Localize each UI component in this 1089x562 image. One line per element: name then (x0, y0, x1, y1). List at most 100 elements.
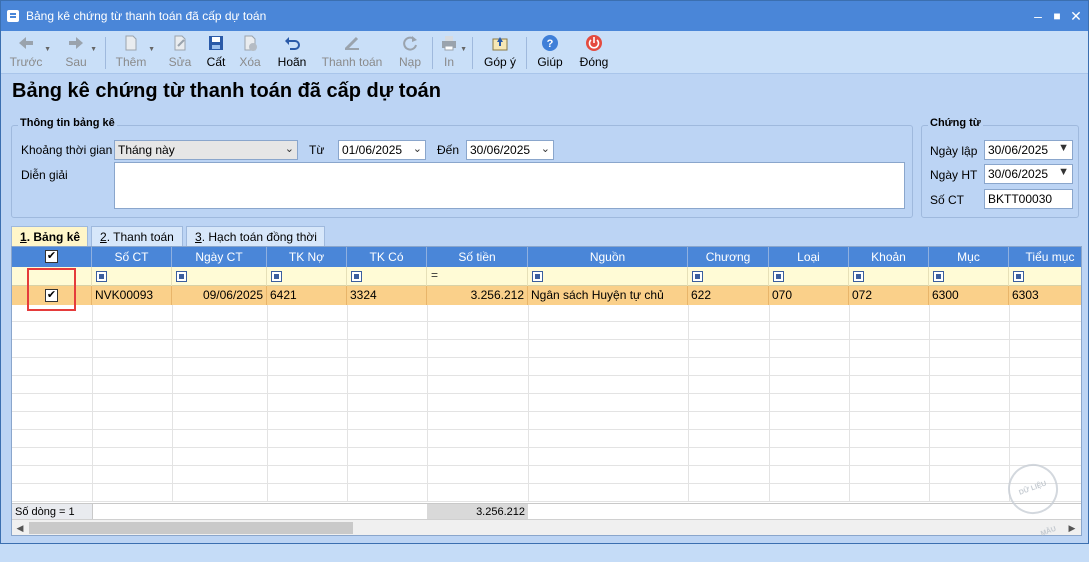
filter-tk-no[interactable] (267, 267, 347, 286)
back-button[interactable]: Trước ▼ (9, 34, 51, 72)
save-button[interactable]: Cất (203, 34, 229, 72)
cell-muc[interactable]: 6300 (929, 286, 1009, 305)
arrow-right-icon (69, 37, 83, 49)
filter-tieu-muc[interactable] (1009, 267, 1081, 286)
header-khoan[interactable]: Khoản (849, 247, 929, 267)
from-date-picker[interactable]: 01/06/2025 ⌄ (338, 140, 426, 160)
forward-button[interactable]: Sau ▼ (63, 34, 97, 72)
header-chuong[interactable]: Chương (688, 247, 769, 267)
arrow-left-icon (19, 37, 33, 49)
header-muc[interactable]: Mục (929, 247, 1009, 267)
edit-document-icon (174, 35, 186, 51)
info-group-legend: Thông tin bảng kê (18, 117, 117, 129)
load-button[interactable]: Nạp (395, 34, 425, 72)
cell-chuong[interactable]: 622 (688, 286, 769, 305)
horizontal-scrollbar[interactable]: ◀ ▶ (12, 519, 1081, 535)
filter-chuong[interactable] (688, 267, 769, 286)
edit-button[interactable]: Sửa (167, 34, 193, 72)
scroll-left-icon[interactable]: ◀ (13, 521, 27, 535)
filter-icon (176, 271, 187, 282)
filter-icon (351, 271, 362, 282)
add-button[interactable]: Thêm ▼ (115, 34, 155, 72)
close-window-icon[interactable]: ✕ (1067, 7, 1085, 25)
select-all-checkbox[interactable]: ✔ (45, 250, 58, 263)
grid-column-line (347, 305, 348, 501)
filter-icon (692, 271, 703, 282)
tab-payment[interactable]: 2. Thanh toán (91, 226, 183, 246)
power-icon (586, 35, 602, 51)
minimize-icon[interactable]: – (1029, 7, 1047, 25)
cell-loai[interactable]: 070 (769, 286, 849, 305)
cell-tieu-muc[interactable]: 6303 (1009, 286, 1081, 305)
feedback-button[interactable]: Góp ý (482, 34, 518, 72)
tab-accounting[interactable]: 3. Hạch toán đồng thời (186, 226, 325, 246)
tab-listing[interactable]: 1. Bảng kê (11, 226, 88, 247)
help-button[interactable]: ? Giúp (535, 34, 565, 72)
description-field[interactable] (114, 162, 905, 209)
voucher-date-label: Ngày lập (930, 144, 978, 158)
period-label: Khoảng thời gian (21, 143, 113, 157)
cell-khoan[interactable]: 072 (849, 286, 929, 305)
voucher-group: Chứng từ Ngày lập 30/06/2025 ▼ Ngày HT 3… (921, 117, 1079, 218)
delete-button[interactable]: Xóa (237, 34, 263, 72)
header-so-tien[interactable]: Số tiền (427, 247, 528, 267)
close-button[interactable]: Đóng (577, 34, 611, 72)
filter-muc[interactable] (929, 267, 1009, 286)
voucher-group-legend: Chứng từ (928, 117, 983, 129)
to-date-picker[interactable]: 30/06/2025 ⌄ (466, 140, 554, 160)
cell-so-tien[interactable]: 3.256.212 (427, 286, 528, 305)
filter-ngay-ct[interactable] (172, 267, 267, 286)
filter-icon (773, 271, 784, 282)
header-nguon[interactable]: Nguồn (528, 247, 688, 267)
filter-tk-co[interactable] (347, 267, 427, 286)
cell-tk-no[interactable]: 6421 (267, 286, 347, 305)
printer-icon (442, 36, 456, 51)
print-button[interactable]: In ▼ (439, 34, 467, 72)
grid-column-line (528, 305, 529, 501)
maximize-icon[interactable]: ■ (1048, 7, 1066, 25)
filter-nguon[interactable] (528, 267, 688, 286)
post-date-picker[interactable]: 30/06/2025 ▼ (984, 164, 1073, 184)
cell-nguon[interactable]: Ngân sách Huyện tự chủ (528, 286, 688, 305)
from-label: Từ (309, 143, 325, 157)
voucher-no-field[interactable]: BKTT00030 (984, 189, 1073, 209)
pay-icon (344, 36, 359, 51)
filter-icon (532, 271, 543, 282)
cell-tk-co[interactable]: 3324 (347, 286, 427, 305)
grid-column-line (769, 305, 770, 501)
voucher-date-picker[interactable]: 30/06/2025 ▼ (984, 140, 1073, 160)
grid-column-line (92, 305, 93, 501)
toolbar: Trước ▼ Sau ▼ Thêm ▼ Sửa Cất Xóa Hoãn Th… (1, 31, 1088, 74)
cell-ngay-ct[interactable]: 09/06/2025 (172, 286, 267, 305)
filter-so-tien[interactable]: = (427, 267, 528, 286)
header-tk-no[interactable]: TK Nợ (267, 247, 347, 267)
filter-icon (271, 271, 282, 282)
grid-column-line (427, 305, 428, 501)
window-title: Bảng kê chứng từ thanh toán đã cấp dự to… (26, 9, 267, 23)
header-loai[interactable]: Loại (769, 247, 849, 267)
filter-icon (933, 271, 944, 282)
pay-button[interactable]: Thanh toán (321, 34, 383, 72)
voucher-no-label: Số CT (930, 193, 965, 207)
filter-row: = (12, 267, 1081, 286)
filter-khoan[interactable] (849, 267, 929, 286)
dropdown-icon: ▼ (1058, 166, 1069, 178)
period-select[interactable]: Tháng này ⌄ (114, 140, 298, 160)
undo-button[interactable]: Hoãn (275, 34, 309, 72)
table-row[interactable]: ✔ NVK00093 09/06/2025 6421 3324 3.256.21… (12, 286, 1081, 305)
filter-so-ct[interactable] (92, 267, 172, 286)
header-tieu-muc[interactable]: Tiểu mục (1009, 247, 1081, 267)
grid-column-line (172, 305, 173, 501)
header-ngay-ct[interactable]: Ngày CT (172, 247, 267, 267)
grid-column-line (929, 305, 930, 501)
main-window: Bảng kê chứng từ thanh toán đã cấp dự to… (0, 0, 1089, 544)
cell-so-ct[interactable]: NVK00093 (92, 286, 172, 305)
header-tk-co[interactable]: TK Có (347, 247, 427, 267)
scroll-right-icon[interactable]: ▶ (1065, 521, 1079, 535)
app-icon (7, 10, 19, 22)
dropdown-icon: ▼ (1058, 142, 1069, 154)
filter-loai[interactable] (769, 267, 849, 286)
equals-icon: = (431, 268, 439, 282)
header-so-ct[interactable]: Số CT (92, 247, 172, 267)
scrollbar-thumb[interactable] (29, 522, 353, 534)
